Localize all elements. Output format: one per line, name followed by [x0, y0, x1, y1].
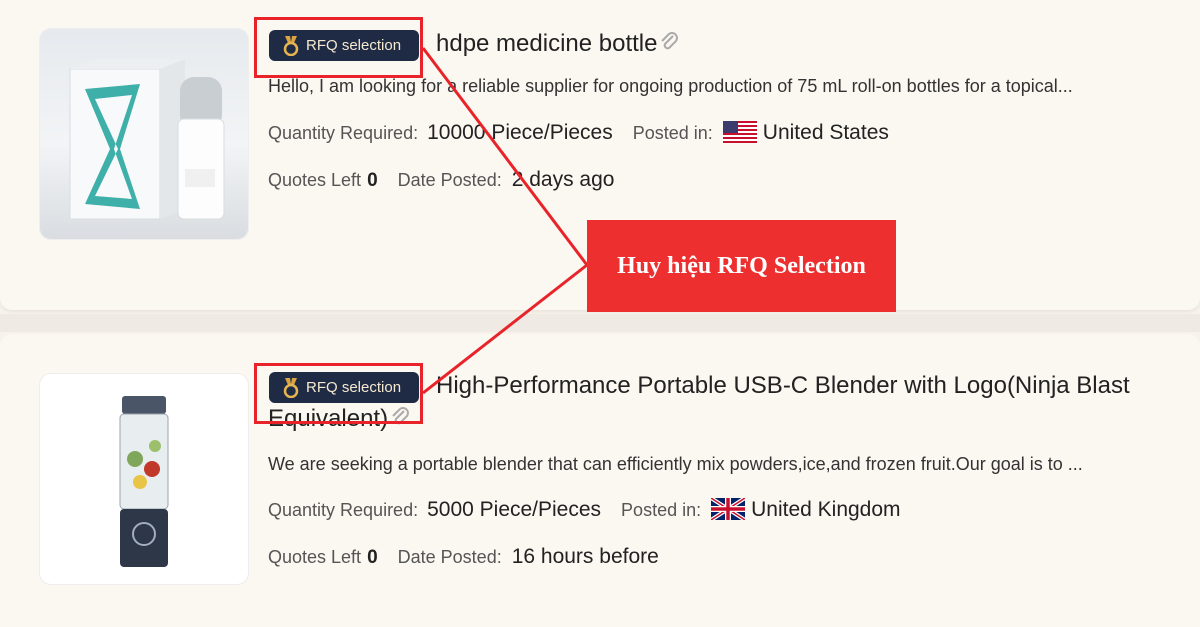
country-name: United Kingdom	[751, 498, 901, 521]
date-posted-label: Date Posted:	[397, 170, 502, 190]
quotes-left-label: Quotes Left	[268, 547, 362, 567]
quotes-left-label: Quotes Left	[268, 170, 362, 190]
quantity-value: 10000 Piece/Pieces	[427, 121, 613, 144]
posted-in-label: Posted in:	[632, 123, 713, 143]
country: United Kingdom	[711, 498, 901, 522]
date-posted-value: 16 hours before	[511, 545, 659, 568]
quantity-row: Quantity Required: 10000 Piece/Pieces Po…	[268, 121, 889, 145]
us-flag-icon	[722, 121, 757, 143]
listing-description: Hello, I am looking for a reliable suppl…	[268, 76, 1073, 96]
listing-title[interactable]: High-Performance Portable USB-C Blender …	[436, 372, 1130, 400]
badge-highlight-box	[254, 363, 423, 424]
product-image-bottle[interactable]	[39, 28, 249, 240]
posted-in-label: Posted in:	[621, 500, 702, 520]
rfq-listing-card[interactable]: RFQ selection High-Performance Portable …	[0, 334, 1200, 627]
quantity-value: 5000 Piece/Pieces	[427, 498, 602, 521]
uk-flag-icon	[711, 498, 746, 520]
date-posted-value: 2 days ago	[511, 168, 615, 191]
card-divider	[0, 314, 1200, 332]
listing-title[interactable]: hdpe medicine bottle	[436, 30, 681, 58]
listing-title-text[interactable]: hdpe medicine bottle	[436, 30, 657, 57]
quantity-row: Quantity Required: 5000 Piece/Pieces Pos…	[268, 498, 901, 522]
product-image-blender[interactable]	[39, 373, 249, 585]
attachment-icon	[661, 32, 679, 50]
callout-label: Huy hiệu RFQ Selection	[587, 220, 896, 312]
quotes-left-value: 0	[367, 547, 378, 568]
country-name: United States	[762, 121, 889, 144]
badge-highlight-box	[254, 17, 423, 78]
quantity-label: Quantity Required:	[268, 500, 419, 520]
listing-description: We are seeking a portable blender that c…	[268, 454, 1083, 474]
country: United States	[722, 121, 889, 145]
date-posted-label: Date Posted:	[397, 547, 502, 567]
quotes-left-value: 0	[367, 170, 378, 191]
quotes-row: Quotes Left 0 Date Posted: 2 days ago	[268, 168, 614, 192]
quotes-row: Quotes Left 0 Date Posted: 16 hours befo…	[268, 545, 659, 569]
quantity-label: Quantity Required:	[268, 123, 419, 143]
